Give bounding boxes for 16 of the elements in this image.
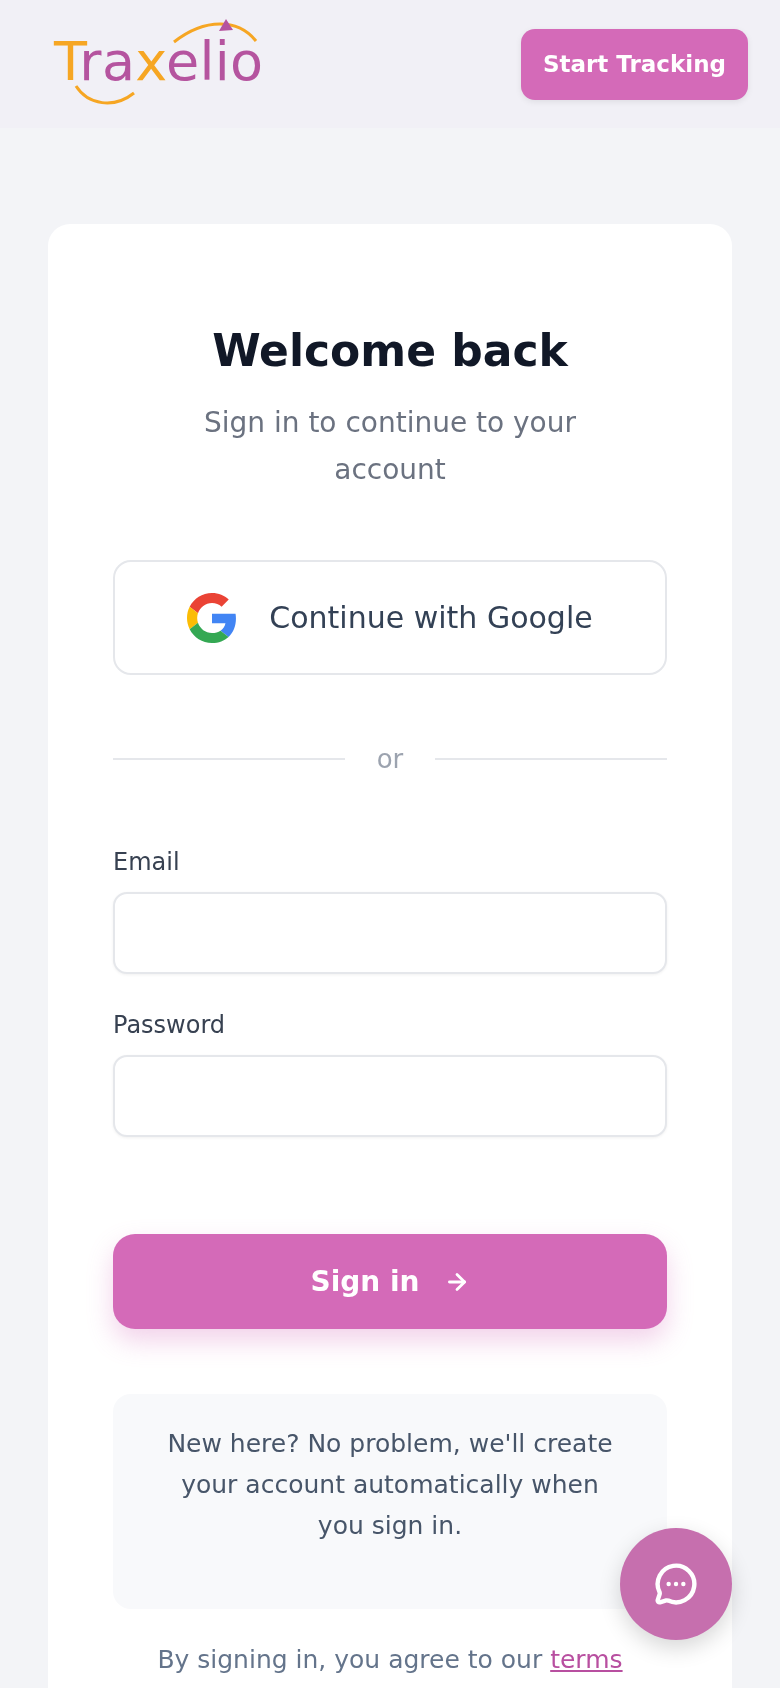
input-field[interactable] (113, 892, 667, 974)
terms-link[interactable]: terms (550, 1645, 623, 1674)
divider-text: or (375, 743, 405, 776)
page-title: Welcome back (211, 324, 570, 378)
info-text: New here? No problem, we'll create your account automatically when you sign in. (166, 1428, 614, 1542)
page-subtitle: Sign in to continue to your account (203, 405, 577, 488)
start-tracking-button[interactable]: Start Tracking (520, 28, 748, 100)
field-label: Email (113, 847, 181, 878)
logo[interactable]: Traxelio (54, 19, 269, 105)
terms-text: By signing in, you agree to our terms (156, 1644, 624, 1676)
chat-bubble-icon (654, 1562, 698, 1606)
field-label: Password (113, 1010, 227, 1041)
google-sign-in-button[interactable]: Continue with Google (113, 560, 667, 675)
input-field[interactable] (113, 1055, 667, 1137)
sign-in-button[interactable]: Sign in (113, 1234, 667, 1329)
g-logo-icon (187, 592, 238, 643)
